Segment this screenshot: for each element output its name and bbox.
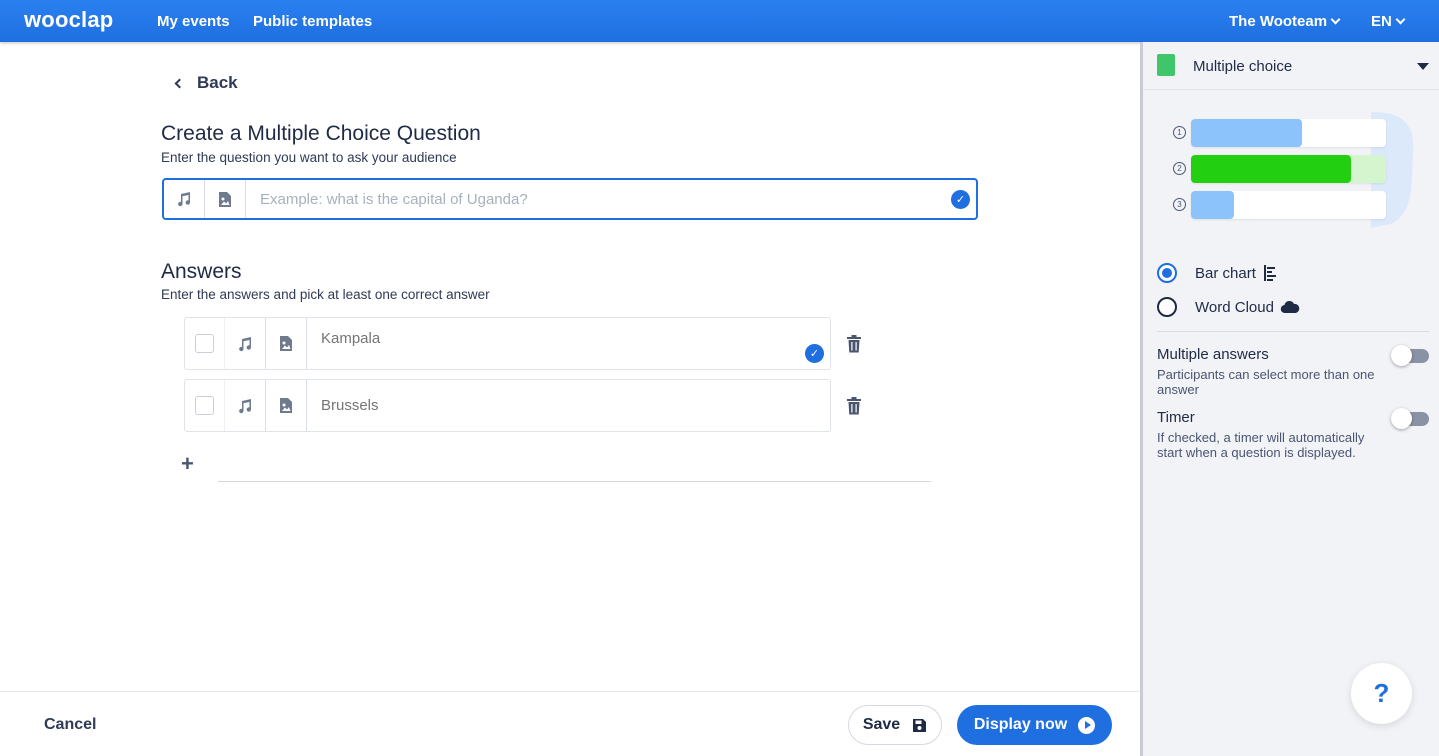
multiple-answers-toggle[interactable] [1391, 345, 1429, 366]
word-cloud-radio[interactable] [1157, 297, 1177, 317]
answers-subtitle: Enter the answers and pick at least one … [161, 287, 490, 302]
preview-bar-track [1191, 191, 1386, 219]
preview-bar-fill [1191, 155, 1351, 183]
question-settings-panel: Multiple choice 1 2 3 Bar chart Word Cloud… [1140, 42, 1439, 756]
question-type-dropdown[interactable]: Multiple choice [1143, 42, 1439, 90]
answer-text-wrap: ✓ [307, 318, 830, 369]
preview-bar-number: 3 [1173, 198, 1186, 211]
preview-bar-number: 2 [1173, 162, 1186, 175]
check-circle-icon: ✓ [951, 189, 970, 209]
music-note-icon [239, 398, 251, 413]
timer-desc: If checked, a timer will automatically s… [1157, 430, 1365, 460]
nav-public-templates[interactable]: Public templates [253, 13, 372, 30]
page-subtitle: Enter the question you want to ask your … [161, 150, 457, 165]
multiple-answers-desc: Participants can select more than one an… [1157, 367, 1375, 397]
play-icon [1078, 716, 1096, 734]
preview-bar-fill [1191, 119, 1302, 147]
answer-text-wrap [307, 380, 830, 431]
nav-my-events[interactable]: My events [157, 13, 230, 30]
add-answer-plus-icon[interactable]: + [181, 451, 194, 477]
toggle-knob [1391, 345, 1412, 366]
cancel-button[interactable]: Cancel [44, 716, 96, 734]
bar-chart-label: Bar chart [1195, 264, 1256, 282]
multiple-choice-icon [1157, 54, 1175, 76]
page-title: Create a Multiple Choice Question [161, 122, 481, 145]
wooclap-logo[interactable]: wooclap [24, 7, 113, 33]
correct-answer-checkbox[interactable] [195, 334, 214, 353]
word-cloud-label: Word Cloud [1195, 298, 1274, 316]
cloud-icon [1280, 300, 1300, 314]
preview-bar-number: 1 [1173, 126, 1186, 139]
display-now-button[interactable]: Display now [957, 705, 1112, 745]
timer-title: Timer [1157, 409, 1195, 426]
trash-icon[interactable] [846, 397, 862, 415]
workspace-label: The Wooteam [1229, 13, 1328, 30]
question-input[interactable] [246, 180, 951, 218]
toggle-knob [1391, 408, 1412, 429]
save-button[interactable]: Save [848, 705, 942, 745]
question-type-label: Multiple choice [1193, 58, 1293, 75]
back-label: Back [197, 73, 238, 92]
back-link[interactable]: Back [174, 73, 238, 93]
check-circle-icon: ✓ [805, 344, 824, 363]
workspace-dropdown[interactable]: The Wooteam [1229, 13, 1341, 30]
floppy-disk-icon [913, 718, 927, 732]
language-label: EN [1371, 13, 1392, 30]
multiple-answers-title: Multiple answers [1157, 346, 1269, 363]
preview-bar-fill [1191, 191, 1234, 219]
question-field: ✓ [162, 178, 978, 220]
bar-chart-radio[interactable] [1157, 263, 1177, 283]
preview-bar-track [1191, 155, 1386, 183]
display-now-label: Display now [973, 716, 1068, 733]
answer-input[interactable] [307, 318, 830, 358]
add-image-button[interactable] [205, 180, 246, 218]
preview-bar-track [1191, 119, 1386, 147]
answer-input[interactable] [307, 380, 830, 431]
answers-title: Answers [161, 260, 242, 283]
timer-toggle[interactable] [1391, 408, 1429, 429]
add-image-button[interactable] [266, 318, 307, 369]
music-note-icon [178, 192, 190, 207]
chevron-down-icon [1330, 14, 1341, 25]
image-file-icon [280, 336, 292, 351]
answer-row: ✓ [184, 317, 831, 370]
image-file-icon [219, 191, 231, 207]
display-option-bar-chart[interactable]: Bar chart [1157, 263, 1277, 283]
answer-correct-toggle [185, 380, 225, 431]
add-audio-button[interactable] [225, 318, 266, 369]
caret-down-icon [1417, 63, 1429, 70]
add-image-button[interactable] [266, 380, 307, 431]
save-label: Save [862, 716, 901, 733]
chevron-down-icon [1395, 14, 1406, 25]
add-audio-button[interactable] [164, 180, 205, 218]
chevron-left-icon [174, 78, 185, 88]
bottom-action-bar: Cancel Save Display now [0, 691, 1140, 756]
correct-answer-checkbox[interactable] [195, 396, 214, 415]
help-button[interactable]: ? [1351, 663, 1412, 724]
bar-chart-icon [1263, 265, 1276, 281]
question-editor: Back Create a Multiple Choice Question E… [0, 42, 1140, 691]
answer-correct-toggle [185, 318, 225, 369]
trash-icon[interactable] [846, 335, 862, 353]
music-note-icon [239, 336, 251, 351]
language-dropdown[interactable]: EN [1371, 13, 1406, 30]
answer-row [184, 379, 831, 432]
new-answer-line[interactable] [218, 481, 931, 482]
display-option-word-cloud[interactable]: Word Cloud [1157, 297, 1300, 317]
add-audio-button[interactable] [225, 380, 266, 431]
panel-divider [1157, 331, 1429, 332]
top-nav: wooclap My events Public templates The W… [0, 0, 1439, 42]
image-file-icon [280, 398, 292, 413]
